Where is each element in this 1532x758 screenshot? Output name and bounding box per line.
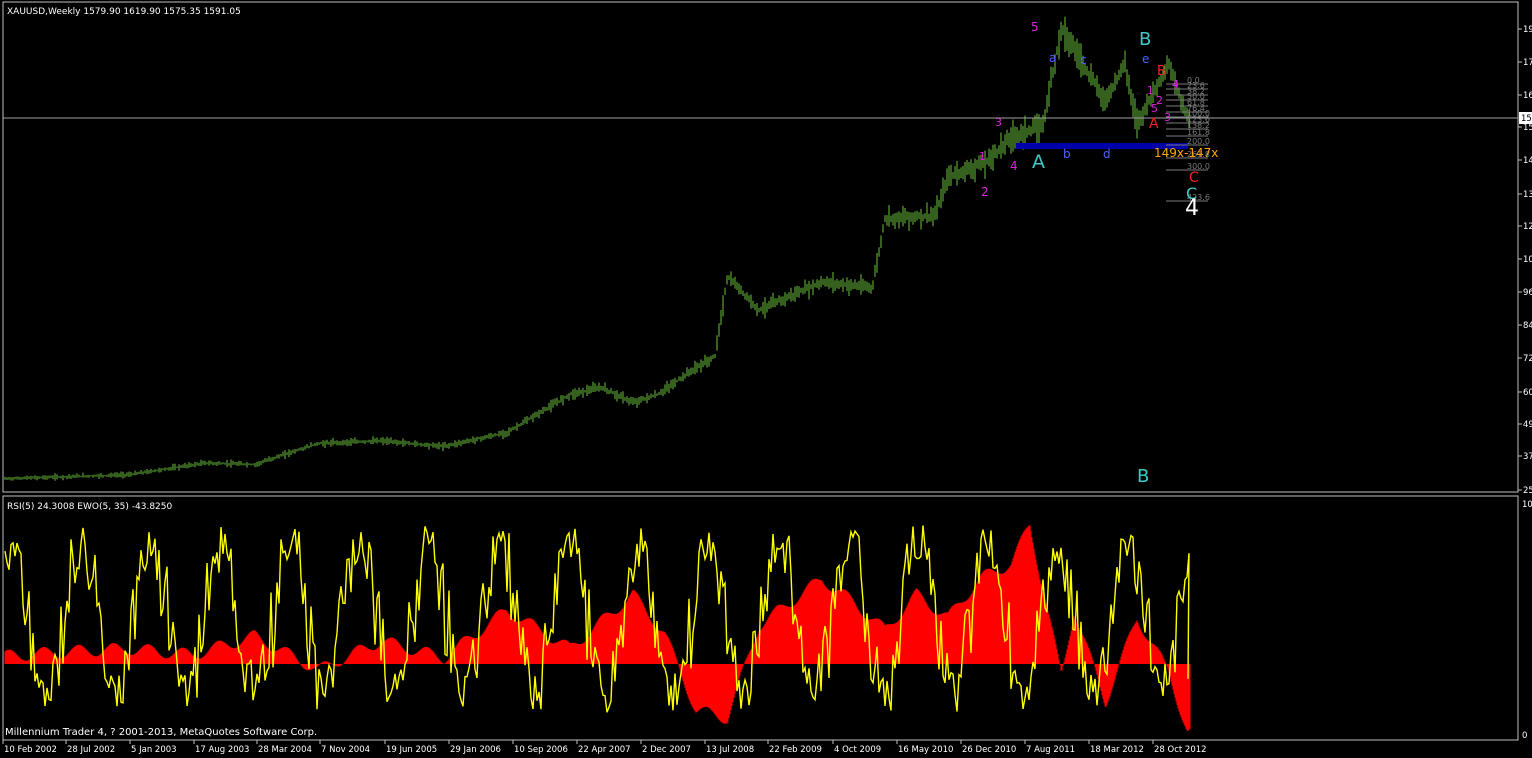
date-tick-label: 28 Mar 2004 (258, 745, 312, 755)
wave-label-4: 4 (1010, 159, 1018, 173)
date-tick-label: 5 Jan 2003 (131, 745, 177, 755)
date-tick-label: 7 Aug 2011 (1026, 745, 1075, 755)
price-tick-label: 1673.40 (1523, 91, 1532, 101)
price-tick-label: 1794.30 (1523, 58, 1532, 68)
date-tick-label: 22 Feb 2009 (769, 745, 822, 755)
wave-label-b: b (1063, 147, 1071, 161)
wave-label-a: a (1049, 51, 1056, 65)
date-tick-label: 29 Jan 2006 (450, 745, 501, 755)
wave-label-B-low: B (1137, 466, 1149, 487)
wave-label-1: 1 (979, 150, 986, 163)
wave-label-3: 3 (995, 116, 1002, 129)
fib-label: 161.8 (1187, 128, 1210, 137)
wave-label-small-3: 3 (1164, 111, 1171, 124)
date-tick-label: 22 Apr 2007 (578, 745, 631, 755)
wave-label-small-1: 1 (1147, 84, 1154, 97)
wave-label-c: c (1080, 53, 1087, 67)
price-tick-label: 374.30 (1523, 452, 1532, 462)
price-tick-label: 1556.45 (1523, 123, 1532, 133)
fib-label: 200.0 (1187, 137, 1210, 146)
price-tick-label: 846.45 (1523, 321, 1532, 331)
date-tick-label: 4 Oct 2009 (834, 745, 881, 755)
date-tick-label: 7 Nov 2004 (321, 745, 370, 755)
wave-label-B-big: B (1139, 29, 1151, 50)
target-label: 149x-147x (1154, 146, 1218, 160)
price-tick-label: 963.60 (1523, 288, 1532, 298)
rsi-tick-label: 100 (1522, 500, 1532, 510)
rsi-tick-label: 0 (1522, 731, 1527, 741)
wave-label-e: e (1142, 52, 1149, 66)
date-tick-label: 19 Jun 2005 (386, 745, 437, 755)
price-tick-label: 491.45 (1523, 420, 1532, 430)
date-tick-label: 18 Mar 2012 (1090, 745, 1144, 755)
date-tick-label: 10 Sep 2006 (514, 745, 568, 755)
copyright-text: Millennium Trader 4, ? 2001-2013, MetaQu… (5, 727, 317, 738)
price-tick-label: 608.60 (1523, 388, 1532, 398)
date-axis: 10 Feb 2002 28 Jul 2002 5 Jan 2003 17 Aug 2… (2, 740, 1207, 755)
wave-label-4-white: 4 (1185, 196, 1199, 221)
date-tick-label: 28 Oct 2012 (1154, 745, 1207, 755)
price-tick-label: 1911.45 (1523, 25, 1532, 35)
wave-label-red-B: B (1157, 64, 1166, 79)
wave-label-2: 2 (981, 185, 989, 199)
date-tick-label: 10 Feb 2002 (4, 745, 57, 755)
wave-label-d: d (1103, 147, 1111, 161)
main-header: XAUUSD,Weekly 1579.90 1619.90 1575.35 15… (7, 7, 241, 17)
price-tick-label: 1084.60 (1523, 255, 1532, 265)
price-tick-label: 1201.50 (1523, 222, 1532, 232)
wave-label-red-A: A (1149, 116, 1159, 132)
date-tick-label: 17 Aug 2003 (195, 745, 249, 755)
wave-label-small-4: 4 (1172, 78, 1179, 91)
price-axis: 1911.45 1794.30 1673.40 1556.45 1439.30 1318.… (1518, 25, 1532, 496)
date-tick-label: 28 Jul 2002 (67, 745, 115, 755)
price-bars (4, 16, 1190, 481)
rsi-axis: 100 0 (1522, 500, 1532, 741)
main-chart-frame (2, 1, 1519, 493)
ewo-histogram (4, 525, 1191, 731)
date-tick-label: 2 Dec 2007 (642, 745, 691, 755)
date-tick-label: 26 Dec 2010 (962, 745, 1016, 755)
price-tick-label: 1318.65 (1523, 190, 1532, 200)
wave-label-small-5: 5 (1151, 102, 1158, 115)
wave-label-5: 5 (1031, 20, 1039, 34)
date-tick-label: 16 May 2010 (898, 745, 953, 755)
date-tick-label: 13 Jul 2008 (706, 745, 754, 755)
trading-chart: 0.023.638.250.061.876.4100.0123.6138.216… (2, 1, 1532, 755)
wave-label-A-big: A (1032, 151, 1045, 173)
sub-header: RSI(5) 24.3008 EWO(5, 35) -43.8250 (7, 502, 172, 512)
price-tick-label: 257.15 (1523, 486, 1532, 496)
price-tick-label: 729.30 (1523, 354, 1532, 364)
price-tick-label: 1439.30 (1523, 156, 1532, 166)
